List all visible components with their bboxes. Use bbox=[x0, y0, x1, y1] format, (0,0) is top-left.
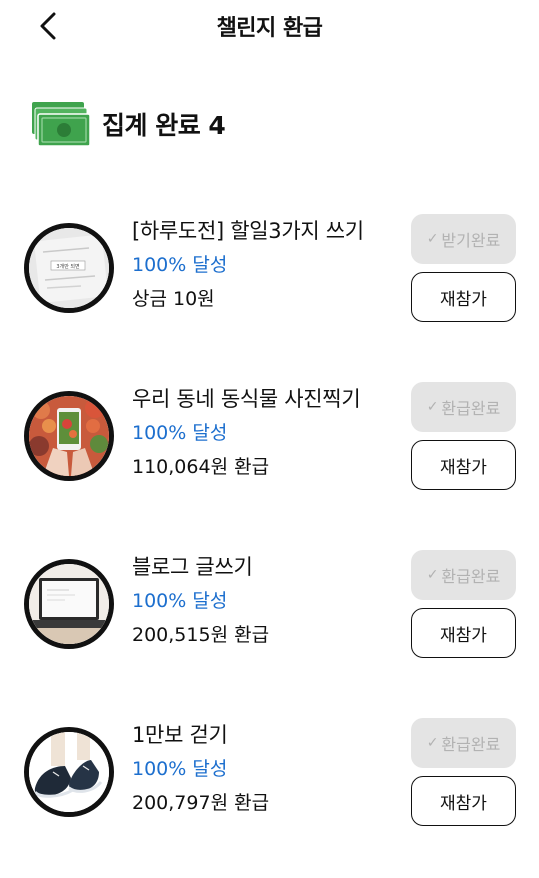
refunded-status-button: ✓ 환급완료 bbox=[411, 718, 516, 768]
status-label: 받기완료 bbox=[441, 231, 501, 250]
challenge-reward: 110,064원 환급 bbox=[132, 456, 270, 478]
challenge-item: 우리 동네 동식물 사진찍기 100% 달성 110,064원 환급 ✓ 환급완… bbox=[0, 382, 539, 512]
challenge-item: 블로그 글쓰기 100% 달성 200,515원 환급 ✓ 환급완료 재참가 bbox=[0, 550, 539, 680]
app-header: 챌린지 환급 bbox=[0, 0, 539, 52]
challenge-reward: 200,797원 환급 bbox=[132, 792, 270, 814]
challenge-thumbnail bbox=[24, 559, 114, 649]
challenge-title: 우리 동네 동식물 사진찍기 bbox=[132, 387, 361, 411]
money-stack-icon bbox=[32, 102, 91, 147]
challenge-progress: 100% 달성 bbox=[132, 590, 228, 612]
challenge-info: 블로그 글쓰기 100% 달성 200,515원 환급 bbox=[132, 550, 402, 652]
challenge-progress: 100% 달성 bbox=[132, 422, 228, 444]
check-icon: ✓ bbox=[426, 399, 439, 415]
rejoin-button[interactable]: 재참가 bbox=[411, 272, 516, 322]
refunded-status-button: ✓ 환급완료 bbox=[411, 382, 516, 432]
challenge-title: 1만보 걷기 bbox=[132, 723, 228, 747]
page-title: 챌린지 환급 bbox=[216, 16, 323, 41]
summary-section: 집계 완료 4 bbox=[30, 100, 226, 148]
rejoin-button[interactable]: 재참가 bbox=[411, 440, 516, 490]
summary-title: 집계 완료 4 bbox=[102, 111, 226, 140]
check-icon: ✓ bbox=[426, 231, 439, 247]
challenge-thumbnail: 3개만 되면 bbox=[24, 223, 114, 313]
rejoin-button[interactable]: 재참가 bbox=[411, 776, 516, 826]
challenge-reward: 200,515원 환급 bbox=[132, 624, 270, 646]
rejoin-button[interactable]: 재참가 bbox=[411, 608, 516, 658]
challenge-thumbnail bbox=[24, 727, 114, 817]
challenge-item: 1만보 걷기 100% 달성 200,797원 환급 ✓ 환급완료 재참가 bbox=[0, 718, 539, 848]
challenge-info: 우리 동네 동식물 사진찍기 100% 달성 110,064원 환급 bbox=[132, 382, 402, 484]
challenge-info: [하루도전] 할일3가지 쓰기 100% 달성 상금 10원 bbox=[132, 214, 402, 316]
challenge-title: 블로그 글쓰기 bbox=[132, 555, 253, 579]
challenge-title: [하루도전] 할일3가지 쓰기 bbox=[132, 219, 364, 243]
challenge-reward: 상금 10원 bbox=[132, 288, 215, 310]
status-label: 환급완료 bbox=[441, 567, 501, 586]
status-label: 환급완료 bbox=[441, 735, 501, 754]
challenge-item: 3개만 되면 [하루도전] 할일3가지 쓰기 100% 달성 상금 10원 ✓ … bbox=[0, 214, 539, 344]
status-label: 환급완료 bbox=[441, 399, 501, 418]
challenge-progress: 100% 달성 bbox=[132, 758, 228, 780]
challenge-info: 1만보 걷기 100% 달성 200,797원 환급 bbox=[132, 718, 402, 820]
claimed-status-button: ✓ 받기완료 bbox=[411, 214, 516, 264]
challenge-thumbnail bbox=[24, 391, 114, 481]
check-icon: ✓ bbox=[426, 567, 439, 583]
thumbnail-caption: 3개만 되면 bbox=[56, 263, 80, 270]
check-icon: ✓ bbox=[426, 735, 439, 751]
challenge-progress: 100% 달성 bbox=[132, 254, 228, 276]
refunded-status-button: ✓ 환급완료 bbox=[411, 550, 516, 600]
